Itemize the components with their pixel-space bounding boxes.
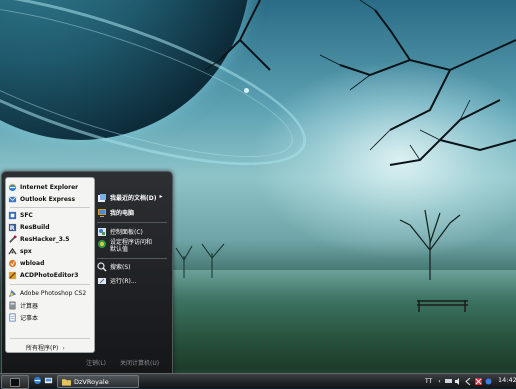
arrow-left-icon[interactable] bbox=[464, 377, 472, 385]
control-panel-icon bbox=[98, 228, 106, 236]
distant-trees bbox=[175, 243, 225, 278]
menu-separator bbox=[10, 284, 90, 285]
menu-item-label: 我最近的文档(D) bbox=[110, 195, 157, 202]
menu-item-sfc[interactable]: SFC bbox=[8, 209, 33, 221]
menu-item-label: 我的电脑 bbox=[110, 210, 135, 217]
quick-launch-explorer-icon[interactable] bbox=[44, 376, 53, 385]
menu-item-recent-documents[interactable]: 我最近的文档(D) ▸ bbox=[97, 193, 162, 203]
menu-item-acd-photo-editor[interactable]: ACDPhotoEditor3 bbox=[8, 269, 78, 281]
run-icon bbox=[98, 278, 106, 284]
spx-icon bbox=[8, 247, 17, 254]
menu-item-label: 控制面板(C) bbox=[110, 229, 143, 236]
menu-item-wbload[interactable]: wbload bbox=[8, 257, 44, 269]
fence bbox=[417, 300, 468, 312]
taskbar: DzVRoyale TT ‹ 14:42 bbox=[0, 373, 516, 389]
menu-item-label: ResHacker_3.5 bbox=[20, 235, 70, 243]
menu-separator bbox=[10, 338, 90, 339]
menu-item-label: SFC bbox=[20, 211, 33, 219]
volume-icon[interactable] bbox=[454, 377, 462, 385]
tray-text-label[interactable]: TT bbox=[425, 378, 432, 385]
start-menu-footer: 注销(L) 关闭计算机(U) bbox=[82, 358, 170, 368]
menu-item-label: 搜索(S) bbox=[110, 264, 131, 271]
menu-separator bbox=[10, 207, 90, 208]
chevron-left-icon[interactable]: ‹ bbox=[438, 378, 440, 385]
recent-documents-icon bbox=[98, 194, 106, 202]
reshacker-icon bbox=[9, 234, 17, 243]
start-menu-places-pane: 我最近的文档(D) ▸ 我的电脑 控制面板(C) 设定程序访问和默认值 搜索(S)… bbox=[94, 177, 170, 351]
menu-item-search[interactable]: 搜索(S) bbox=[97, 262, 131, 272]
menu-item-calculator[interactable]: 计算器 bbox=[8, 299, 38, 311]
menu-item-spx[interactable]: spx bbox=[8, 245, 32, 257]
menu-item-label: Adobe Photoshop CS2 bbox=[20, 289, 87, 297]
antivirus-icon[interactable] bbox=[485, 378, 492, 385]
menu-item-control-panel[interactable]: 控制面板(C) bbox=[97, 227, 143, 237]
menu-item-label: 运行(R)... bbox=[110, 278, 137, 285]
taskbar-window-button[interactable]: DzVRoyale bbox=[57, 375, 139, 388]
taskbar-clock[interactable]: 14:42 bbox=[498, 376, 516, 384]
chevron-right-icon: ▸ bbox=[159, 193, 163, 200]
outlook-express-icon bbox=[8, 196, 17, 202]
menu-item-label: ACDPhotoEditor3 bbox=[20, 271, 79, 279]
notepad-icon bbox=[9, 313, 16, 321]
internet-explorer-icon bbox=[8, 183, 17, 191]
wbload-icon bbox=[8, 259, 17, 267]
security-shield-icon[interactable] bbox=[474, 377, 482, 385]
network-icon[interactable] bbox=[444, 378, 452, 385]
menu-item-notepad[interactable]: 记事本 bbox=[8, 311, 38, 323]
shut-down-button[interactable]: 关闭计算机(U) bbox=[120, 358, 159, 367]
taskbar-window-title: DzVRoyale bbox=[74, 377, 109, 386]
menu-item-label: ResBuild bbox=[20, 223, 50, 231]
svg-text:R: R bbox=[10, 225, 15, 232]
photoshop-icon bbox=[8, 289, 17, 297]
all-programs-button[interactable]: 所有程序(P) › bbox=[26, 343, 65, 352]
menu-item-label: Outlook Express bbox=[20, 195, 76, 203]
menu-item-resbuild[interactable]: R ResBuild bbox=[8, 221, 50, 233]
menu-item-run[interactable]: 运行(R)... bbox=[97, 276, 137, 286]
menu-separator bbox=[97, 222, 167, 223]
windows-logo-icon bbox=[10, 378, 20, 387]
resbuild-icon: R bbox=[8, 223, 17, 232]
menu-item-program-access[interactable]: 设定程序访问和默认值 bbox=[97, 239, 157, 253]
tree-branches bbox=[204, 0, 516, 166]
menu-item-my-computer[interactable]: 我的电脑 bbox=[97, 208, 134, 218]
my-computer-icon bbox=[98, 209, 106, 217]
start-menu-programs-pane: Internet Explorer Outlook Express SFC R … bbox=[5, 177, 95, 353]
chevron-right-icon: › bbox=[62, 345, 65, 352]
menu-item-label: 记事本 bbox=[20, 314, 39, 322]
menu-item-label: Internet Explorer bbox=[20, 183, 79, 191]
menu-item-label: 计算器 bbox=[20, 302, 39, 310]
menu-separator bbox=[97, 258, 167, 259]
sfc-icon bbox=[8, 211, 17, 219]
menu-item-photoshop[interactable]: Adobe Photoshop CS2 bbox=[8, 287, 86, 299]
menu-item-reshacker[interactable]: ResHacker_3.5 bbox=[8, 233, 69, 245]
menu-item-label: 设定程序访问和默认值 bbox=[110, 239, 153, 253]
lone-tree bbox=[399, 209, 461, 280]
calculator-icon bbox=[9, 301, 16, 309]
quick-launch-ie-icon[interactable] bbox=[33, 376, 42, 385]
menu-item-label: spx bbox=[20, 247, 32, 255]
search-icon bbox=[97, 262, 107, 272]
menu-item-internet-explorer[interactable]: Internet Explorer bbox=[8, 181, 78, 193]
menu-item-label: wbload bbox=[20, 259, 45, 267]
program-access-icon bbox=[98, 240, 106, 248]
all-programs-label: 所有程序(P) bbox=[26, 345, 59, 352]
log-off-button[interactable]: 注销(L) bbox=[86, 358, 106, 367]
acd-photo-editor-icon bbox=[8, 271, 17, 279]
folder-icon bbox=[62, 378, 71, 386]
start-menu: Internet Explorer Outlook Express SFC R … bbox=[1, 171, 173, 375]
menu-item-outlook-express[interactable]: Outlook Express bbox=[8, 193, 75, 205]
ground bbox=[170, 270, 516, 370]
